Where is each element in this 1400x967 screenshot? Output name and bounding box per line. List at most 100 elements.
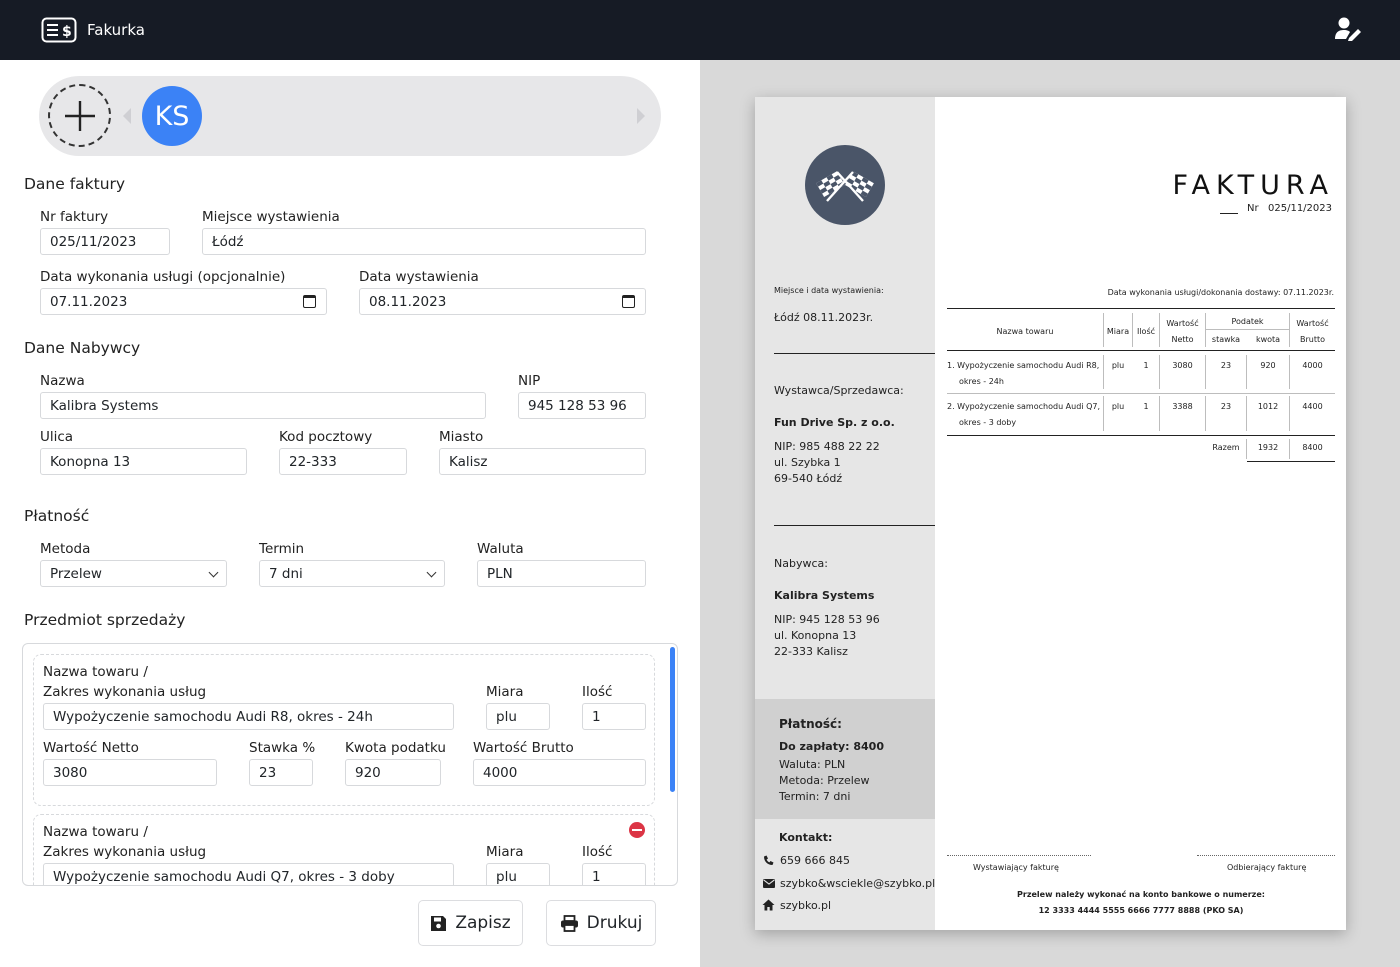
remove-item-icon[interactable] (629, 822, 645, 838)
item-name-label: Zakres wykonania usług (43, 844, 207, 860)
item-gross-label: Wartość Brutto (473, 740, 574, 756)
floppy-disk-icon (431, 915, 447, 931)
item-card: Nazwa towaru / Zakres wykonania usług Mi… (33, 654, 655, 806)
buyer-name-input[interactable]: Kalibra Systems (40, 392, 486, 419)
row2-tax: 1012 (1257, 402, 1279, 411)
row2-net: 3388 (1172, 402, 1193, 411)
top-navbar: $ Fakurka (0, 0, 1400, 60)
currency-label: Waluta (477, 541, 524, 557)
racing-flags-icon (816, 171, 874, 202)
street-input[interactable]: Konopna 13 (40, 448, 247, 475)
calendar-icon[interactable] (622, 295, 635, 308)
payment-method: Metoda: Przelew (779, 774, 870, 787)
print-label: Drukuj (586, 913, 643, 933)
term-select[interactable]: 7 dni (259, 560, 445, 587)
user-edit-icon[interactable] (1335, 17, 1362, 41)
place-date-label: Miejsce i data wystawienia: (774, 286, 884, 295)
row2-unit: plu (1111, 402, 1125, 411)
buyer-city: 22-333 Kalisz (774, 645, 848, 658)
city-input[interactable]: Kalisz (439, 448, 646, 475)
carousel-next-icon[interactable] (637, 108, 645, 124)
city-label: Miasto (439, 429, 484, 445)
calendar-icon[interactable] (303, 295, 316, 308)
print-button[interactable]: Drukuj (546, 900, 656, 946)
item-qty-input[interactable]: 1 (582, 863, 646, 885)
row2-qty: 1 (1143, 402, 1149, 411)
payment-currency: Waluta: PLN (779, 758, 846, 771)
zip-input[interactable]: 22-333 (279, 448, 407, 475)
table-header-line (947, 350, 1335, 351)
buyer-nip-label: NIP (518, 373, 541, 389)
item-unit-label: Miara (486, 844, 524, 860)
chevron-down-icon (426, 567, 437, 578)
table-bottom-line (947, 435, 1335, 436)
row1-net: 3080 (1172, 361, 1193, 370)
invoice-sidebar: Miejsce i data wystawienia: Łódź 08.11.2… (755, 97, 935, 930)
item-name-input[interactable]: Wypożyczenie samochodu Audi Q7, okres - … (43, 863, 454, 885)
service-date-value: 07.11.2023 (50, 293, 128, 310)
add-client-button[interactable] (48, 84, 111, 147)
item-gross-input[interactable]: 4000 (473, 759, 646, 786)
save-button[interactable]: Zapisz (418, 900, 523, 946)
item-rate-input[interactable]: 23 (249, 759, 313, 786)
seller-city: 69-540 Łódź (774, 472, 843, 485)
chevron-down-icon (208, 567, 219, 578)
item-name-input[interactable]: Wypożyczenie samochodu Audi R8, okres - … (43, 703, 454, 730)
buyer-nip-input[interactable]: 945 128 53 96 (518, 392, 646, 419)
row1-qty: 1 (1143, 361, 1149, 370)
th-net-2: Netto (1171, 335, 1194, 344)
zip-label: Kod pocztowy (279, 429, 373, 445)
th-gross-1: Wartość (1296, 319, 1329, 328)
invoice-number-input[interactable]: 025/11/2023 (40, 228, 170, 255)
row1-unit: plu (1111, 361, 1125, 370)
service-date-input[interactable]: 07.11.2023 (40, 288, 327, 315)
currency-input[interactable]: PLN (477, 560, 646, 587)
method-select[interactable]: Przelew (40, 560, 227, 587)
invoice-form-panel: KS Dane faktury Nr faktury 025/11/2023 M… (0, 60, 700, 967)
sum-tax: 1932 (1257, 443, 1279, 452)
payment-term: Termin: 7 dni (779, 790, 851, 803)
place-date-value: Łódź 08.11.2023r. (774, 311, 874, 324)
payment-due: Do zapłaty: 8400 (779, 740, 884, 753)
item-tax-input[interactable]: 920 (345, 759, 441, 786)
client-avatar[interactable]: KS (142, 86, 202, 146)
sign-left: Wystawiający fakturę (973, 863, 1059, 872)
item-unit-input[interactable]: plu (486, 703, 550, 730)
seller-label: Wystawca/Sprzedawca: (774, 384, 904, 397)
svg-text:$: $ (62, 24, 72, 40)
payment-title: Płatność: (779, 717, 842, 731)
place-label: Miejsce wystawienia (202, 209, 340, 225)
table-hline (1206, 329, 1289, 330)
invoice-page: Miejsce i data wystawienia: Łódź 08.11.2… (755, 97, 1346, 930)
item-unit-label: Miara (486, 684, 524, 700)
item-net-input[interactable]: 3080 (43, 759, 217, 786)
sign-right: Odbierający fakturę (1227, 863, 1307, 872)
payment-section-title: Płatność (24, 507, 90, 525)
item-qty-input[interactable]: 1 (582, 703, 646, 730)
seller-name: Fun Drive Sp. z o.o. (774, 416, 895, 429)
buyer-street: ul. Konopna 13 (774, 629, 857, 642)
street-label: Ulica (40, 429, 74, 445)
carousel-prev-icon[interactable] (123, 108, 131, 124)
th-qty: Ilość (1136, 327, 1156, 336)
divider (774, 353, 935, 354)
buyer-name: Kalibra Systems (774, 589, 875, 602)
app-name: Fakurka (87, 21, 145, 39)
bank-line-2: 12 3333 4444 5555 6666 7777 8888 (PKO SA… (1038, 906, 1244, 915)
item-unit-input[interactable]: plu (486, 863, 550, 885)
method-label: Metoda (40, 541, 91, 557)
item-name-label: Zakres wykonania usług (43, 684, 207, 700)
items-list[interactable]: Nazwa towaru / Zakres wykonania usług Mi… (22, 643, 678, 886)
home-icon (762, 899, 775, 911)
row2-name: 2. Wypożyczenie samochodu Audi Q7, (947, 402, 1100, 411)
contact-email: szybko&wsciekle@szybko.pl (780, 877, 936, 890)
buyer-label: Nabywca: (774, 557, 828, 570)
signature-line (947, 855, 1091, 856)
place-input[interactable]: Łódź (202, 228, 646, 255)
scrollbar[interactable] (670, 647, 675, 792)
issue-date-input[interactable]: 08.11.2023 (359, 288, 646, 315)
brand[interactable]: $ Fakurka (41, 17, 145, 43)
th-tax: Podatek (1231, 317, 1264, 326)
service-date-text: Data wykonania usługi/dokonania dostawy:… (1107, 288, 1334, 297)
th-net-1: Wartość (1166, 319, 1199, 328)
